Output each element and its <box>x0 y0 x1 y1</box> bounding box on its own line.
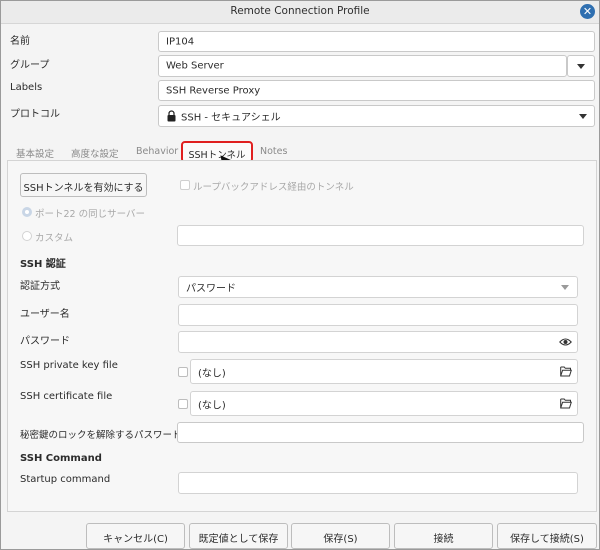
username-input[interactable] <box>178 304 578 326</box>
enable-ssh-tunnel-label: SSHトンネルを有効にする <box>23 183 144 194</box>
startup-command-input[interactable] <box>178 472 578 494</box>
tab-notes[interactable]: Notes <box>260 146 287 157</box>
same-server-radio[interactable] <box>22 207 32 217</box>
custom-label: カスタム <box>35 233 74 244</box>
enable-ssh-tunnel-button[interactable]: SSHトンネルを有効にする <box>20 173 147 197</box>
auth-method-dropdown[interactable]: パスワード <box>178 276 578 298</box>
tab-basic[interactable]: 基本設定 <box>16 146 54 160</box>
cancel-label: キャンセル(C) <box>103 534 168 545</box>
group-dropdown-button[interactable] <box>567 55 595 77</box>
remote-connection-profile-window: Remote Connection Profile ✕ 名前 IP104 グルー… <box>0 0 600 550</box>
auth-method-value: パスワード <box>186 283 236 295</box>
group-value: Web Server <box>166 60 224 72</box>
lock-icon <box>167 110 176 122</box>
save-and-connect-button[interactable]: 保存して接続(S) <box>497 523 597 549</box>
eye-icon[interactable] <box>559 337 572 347</box>
startup-command-label: Startup command <box>20 474 111 485</box>
password-input[interactable] <box>178 331 578 353</box>
chevron-down-icon <box>561 285 569 290</box>
private-key-label: SSH private key file <box>20 360 118 371</box>
tab-advanced[interactable]: 高度な設定 <box>71 146 119 160</box>
private-key-checkbox[interactable] <box>178 367 188 377</box>
labels-field[interactable]: SSH Reverse Proxy <box>158 80 595 101</box>
custom-server-input[interactable] <box>177 225 584 246</box>
chevron-down-icon <box>577 64 585 69</box>
folder-open-icon <box>560 366 572 377</box>
group-label: グループ <box>10 60 50 71</box>
passphrase-input[interactable] <box>177 422 584 443</box>
labels-label: Labels <box>10 82 43 93</box>
folder-open-icon <box>560 398 572 409</box>
labels-value: SSH Reverse Proxy <box>166 85 261 96</box>
save-as-default-button[interactable]: 既定値として保存 <box>189 523 288 549</box>
tab-behavior[interactable]: Behavior <box>136 146 178 157</box>
protocol-label: プロトコル <box>10 109 60 120</box>
group-field[interactable]: Web Server <box>158 55 567 77</box>
private-key-file-chooser[interactable]: (なし) <box>190 359 578 384</box>
name-value: IP104 <box>166 36 195 47</box>
title-bar: Remote Connection Profile ✕ <box>1 1 599 24</box>
protocol-value: SSH - セキュアシェル <box>181 112 281 124</box>
tab-ssh-tunnel-label: SSHトンネル <box>188 150 246 161</box>
ssh-command-heading: SSH Command <box>20 453 102 464</box>
name-label: 名前 <box>10 36 30 47</box>
certificate-label: SSH certificate file <box>20 391 113 402</box>
save-button[interactable]: 保存(S) <box>291 523 390 549</box>
close-icon[interactable]: ✕ <box>580 4 595 19</box>
cancel-button[interactable]: キャンセル(C) <box>86 523 185 549</box>
auth-method-label: 認証方式 <box>20 281 60 292</box>
private-key-value: (なし) <box>198 368 226 379</box>
save-as-default-label: 既定値として保存 <box>198 534 279 545</box>
same-server-label: ポート22 の同じサーバー <box>35 209 146 220</box>
connect-label: 接続 <box>433 534 454 545</box>
window-title: Remote Connection Profile <box>230 5 370 17</box>
name-field[interactable]: IP104 <box>158 31 595 52</box>
connect-button[interactable]: 接続 <box>394 523 493 549</box>
loopback-checkbox[interactable] <box>180 180 190 190</box>
certificate-file-chooser[interactable]: (なし) <box>190 391 578 416</box>
custom-radio[interactable] <box>22 231 32 241</box>
chevron-down-icon <box>579 114 587 119</box>
ssh-auth-heading: SSH 認証 <box>20 259 66 270</box>
save-label: 保存(S) <box>323 534 358 545</box>
loopback-label: ループバックアドレス経由のトンネル <box>193 182 354 193</box>
protocol-dropdown[interactable]: SSH - セキュアシェル <box>158 105 595 127</box>
password-label: パスワード <box>20 336 70 347</box>
save-and-connect-label: 保存して接続(S) <box>510 534 584 545</box>
passphrase-label: 秘密鍵のロックを解除するパスワード <box>20 430 182 441</box>
certificate-checkbox[interactable] <box>178 399 188 409</box>
certificate-value: (なし) <box>198 400 226 411</box>
username-label: ユーザー名 <box>20 309 70 320</box>
